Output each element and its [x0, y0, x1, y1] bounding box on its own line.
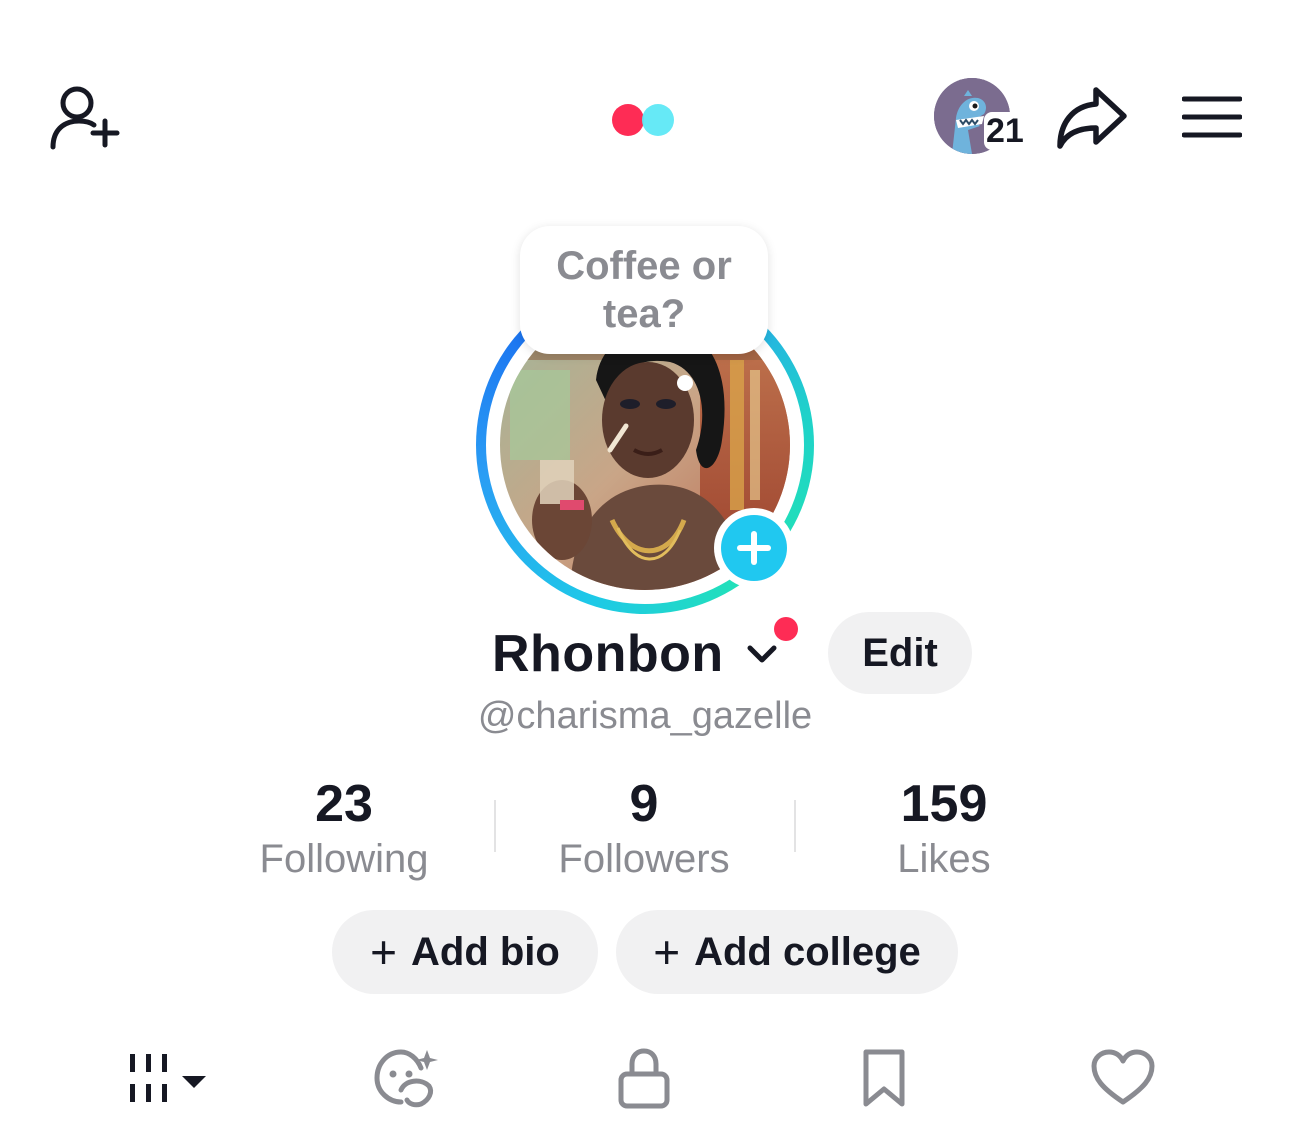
menu-button[interactable] [1176, 86, 1248, 148]
stat-value: 9 [629, 775, 659, 833]
heart-icon [1091, 1049, 1155, 1105]
ai-face-icon [374, 1049, 438, 1108]
stat-divider [494, 800, 496, 852]
stat-value: 159 [900, 775, 988, 833]
plus-icon: + [370, 926, 397, 978]
add-college-label: Add college [694, 929, 921, 974]
thought-bubble-text: Coffee or tea? [556, 244, 732, 336]
add-college-button[interactable]: + Add college [616, 910, 958, 994]
stat-following[interactable]: 23 Following [214, 772, 474, 882]
add-bio-label: Add bio [411, 929, 560, 974]
thought-bubble[interactable]: Coffee or tea? [520, 226, 768, 354]
edit-profile-button[interactable]: Edit [828, 612, 972, 694]
tab-videos[interactable] [112, 1040, 224, 1116]
tab-liked[interactable] [1082, 1040, 1164, 1116]
person-plus-icon [50, 86, 120, 150]
stat-label: Likes [897, 837, 991, 881]
app-logo [606, 100, 682, 140]
plus-icon [737, 531, 771, 565]
stat-label: Followers [558, 837, 730, 881]
lock-icon [618, 1048, 670, 1109]
add-friend-button[interactable] [40, 78, 126, 154]
tab-ai-self[interactable] [362, 1040, 452, 1116]
plus-icon: + [653, 926, 681, 978]
thought-bubble-tail [677, 375, 693, 391]
bookmark-icon [863, 1049, 905, 1107]
stat-likes[interactable]: 159 Likes [814, 772, 1074, 882]
notification-dot [774, 617, 798, 641]
stat-followers[interactable]: 9 Followers [514, 772, 774, 882]
notification-count-badge: 21 [984, 112, 1026, 150]
add-story-circle [721, 515, 787, 581]
username: @charisma_gazelle [477, 695, 813, 737]
stat-divider [794, 800, 796, 852]
stat-value: 23 [315, 775, 373, 833]
stat-label: Following [259, 837, 429, 881]
add-bio-button[interactable]: + Add bio [332, 910, 598, 994]
display-name: Rhonbon [492, 625, 724, 683]
tab-private[interactable] [604, 1040, 684, 1116]
account-switch-chevron-icon[interactable] [744, 638, 780, 670]
hamburger-menu-icon [1182, 96, 1242, 138]
share-arrow-icon [1057, 87, 1127, 149]
add-story-button[interactable] [714, 508, 794, 588]
tab-saved[interactable] [846, 1040, 922, 1116]
share-profile-button[interactable] [1050, 80, 1134, 154]
videos-grid-icon [130, 1054, 206, 1102]
